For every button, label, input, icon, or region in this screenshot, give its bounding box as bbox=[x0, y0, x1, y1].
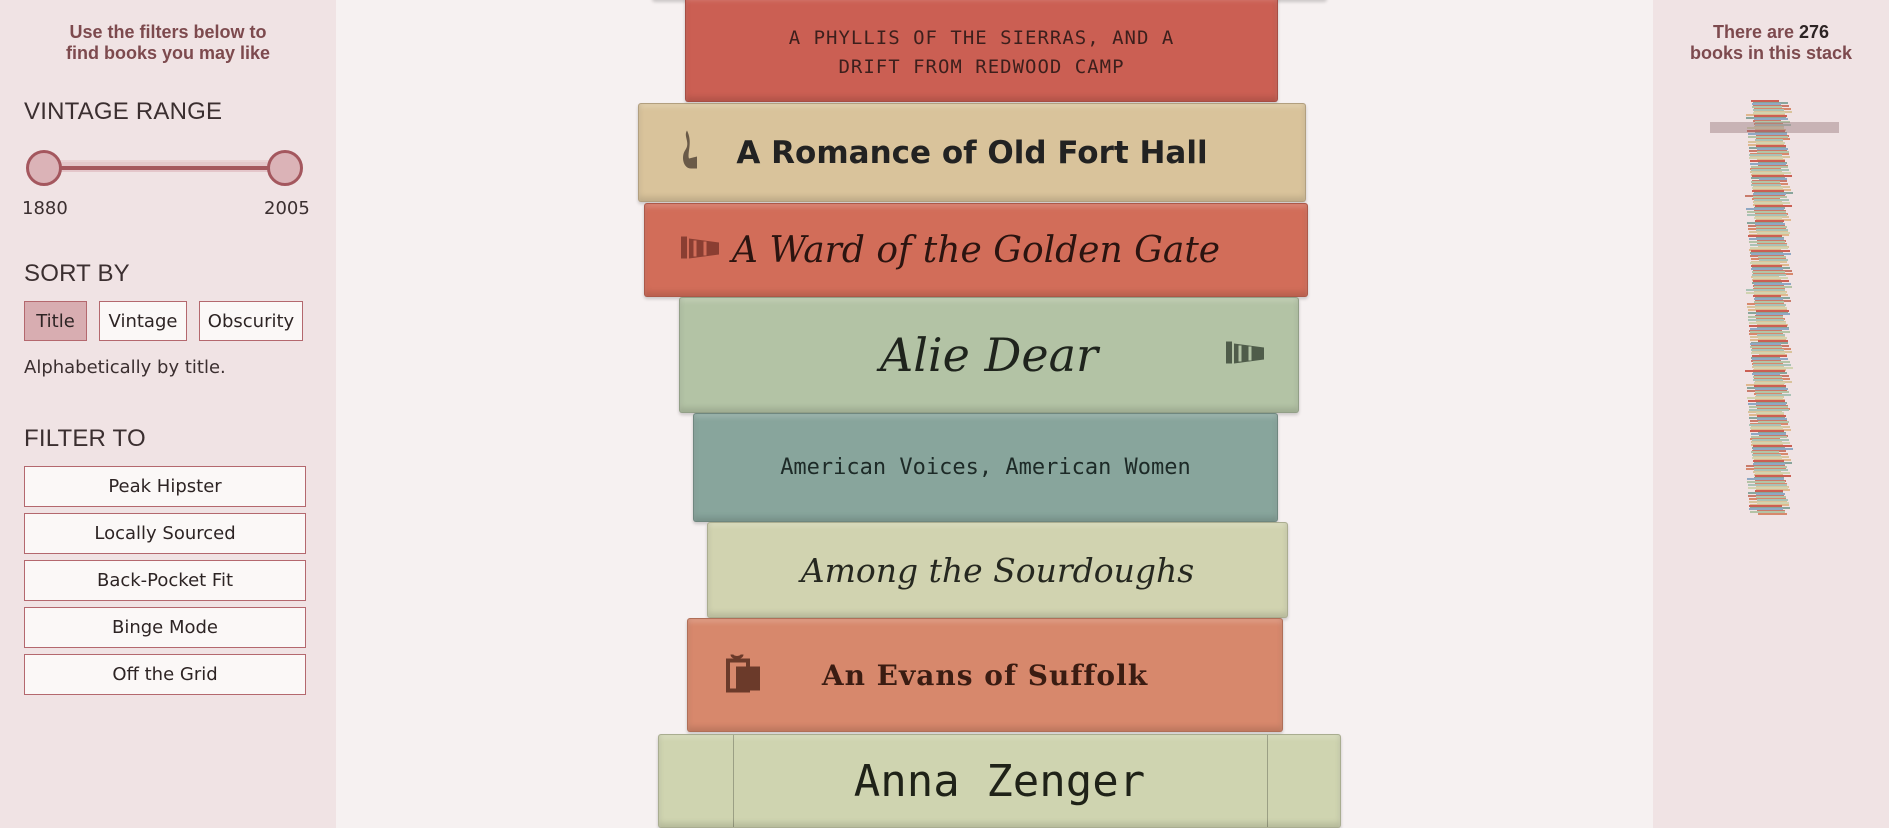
sort-obscurity-button[interactable]: Obscurity bbox=[199, 301, 303, 341]
book-spine[interactable]: A Ward of the Golden Gate bbox=[644, 203, 1308, 297]
count-line-2: books in this stack bbox=[1689, 43, 1853, 63]
megaphone-icon bbox=[1224, 338, 1266, 373]
book-count-text: There are 276 books in this stack bbox=[1653, 22, 1889, 64]
filter-peak-hipster-button[interactable]: Peak Hipster bbox=[24, 466, 306, 507]
intro-line-2: find books you may like bbox=[65, 43, 271, 63]
filter-binge-mode-button[interactable]: Binge Mode bbox=[24, 607, 306, 648]
vintage-range-min-label: 1880 bbox=[22, 198, 68, 219]
filter-locally-sourced-button[interactable]: Locally Sourced bbox=[24, 513, 306, 554]
book-title-line-2: DRIFT FROM REDWOOD CAMP bbox=[838, 56, 1125, 78]
book-title: A Romance of Old Fort Hall bbox=[736, 134, 1208, 171]
intro-line-1: Use the filters below to bbox=[69, 22, 267, 42]
count-prefix: There are bbox=[1712, 22, 1799, 42]
mini-stack-viewport-indicator[interactable] bbox=[1710, 122, 1839, 133]
sort-description: Alphabetically by title. bbox=[24, 357, 226, 378]
book-title: An Evans of Suffolk bbox=[821, 658, 1149, 692]
book-spine[interactable]: Alie Dear bbox=[679, 297, 1299, 413]
vintage-range-slider-track[interactable] bbox=[44, 160, 286, 172]
book-title: Among the Sourdoughs bbox=[800, 550, 1195, 590]
sidebar-intro: Use the filters below to find books you … bbox=[0, 22, 336, 64]
filter-sidebar: Use the filters below to find books you … bbox=[0, 0, 336, 828]
mini-book bbox=[1757, 512, 1787, 515]
book-title: A Ward of the Golden Gate bbox=[731, 229, 1221, 271]
book-spine[interactable]: A PHYLLIS OF THE SIERRAS, AND A DRIFT FR… bbox=[685, 0, 1278, 102]
book-title: Alie Dear bbox=[879, 328, 1098, 382]
sort-vintage-button[interactable]: Vintage bbox=[99, 301, 187, 341]
book-spine[interactable]: Among the Sourdoughs bbox=[707, 522, 1288, 618]
sort-by-heading: SORT BY bbox=[24, 260, 130, 287]
spine-band-left bbox=[733, 735, 734, 827]
beer-mug-icon bbox=[724, 653, 762, 698]
book-spine[interactable]: An Evans of Suffolk bbox=[687, 618, 1283, 732]
vintage-range-max-handle[interactable] bbox=[267, 150, 303, 186]
megaphone-icon bbox=[679, 233, 721, 268]
vintage-range-max-label: 2005 bbox=[264, 198, 310, 219]
mini-stack-overview[interactable] bbox=[1745, 100, 1793, 516]
filter-to-heading: FILTER TO bbox=[24, 425, 146, 452]
book-spine[interactable]: A Romance of Old Fort Hall bbox=[638, 103, 1306, 202]
sort-title-button[interactable]: Title bbox=[24, 301, 87, 341]
book-title: Anna Zenger bbox=[853, 755, 1146, 807]
book-spine[interactable]: Anna Zenger bbox=[658, 734, 1341, 828]
spine-band-right bbox=[1267, 735, 1268, 827]
book-spine[interactable]: American Voices, American Women bbox=[693, 413, 1278, 522]
book-title: American Voices, American Women bbox=[780, 455, 1191, 480]
vintage-range-heading: VINTAGE RANGE bbox=[24, 98, 223, 125]
vintage-range-min-handle[interactable] bbox=[26, 150, 62, 186]
stack-overview-panel: There are 276 books in this stack bbox=[1653, 0, 1889, 828]
pipe-icon bbox=[679, 128, 701, 177]
vintage-range-fill bbox=[44, 166, 286, 170]
filter-back-pocket-fit-button[interactable]: Back-Pocket Fit bbox=[24, 560, 306, 601]
book-count: 276 bbox=[1799, 22, 1830, 42]
filter-off-the-grid-button[interactable]: Off the Grid bbox=[24, 654, 306, 695]
book-title-line-1: A PHYLLIS OF THE SIERRAS, AND A bbox=[788, 27, 1175, 49]
